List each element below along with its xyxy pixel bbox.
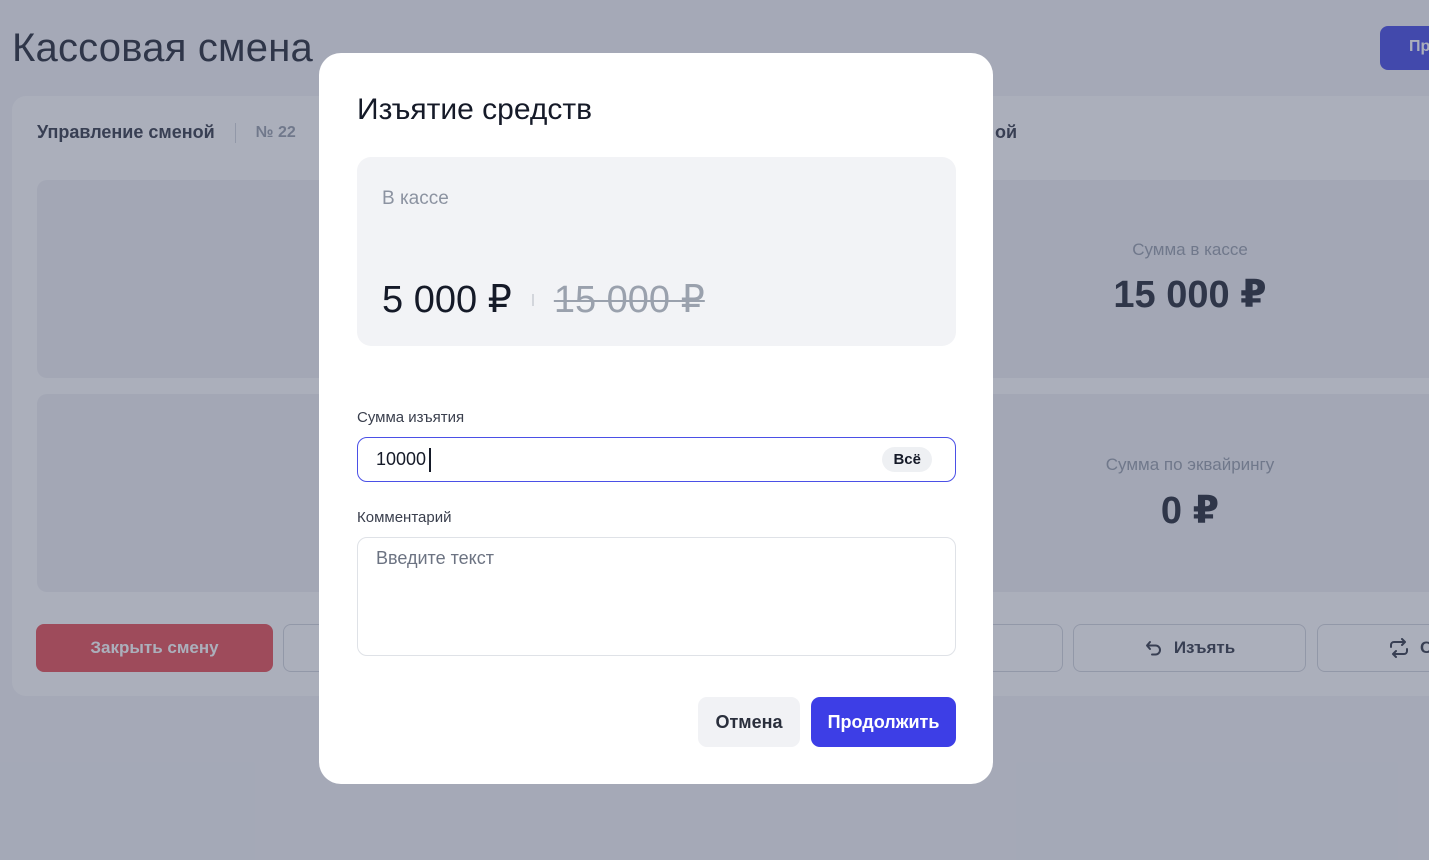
comment-input[interactable] bbox=[357, 537, 956, 656]
modal-title: Изъятие средств bbox=[357, 93, 593, 126]
amount-field-label: Сумма изъятия bbox=[357, 409, 465, 426]
cash-new-amount: 5 000 ₽ bbox=[382, 279, 512, 321]
continue-button[interactable]: Продолжить bbox=[811, 697, 956, 747]
all-amount-button[interactable]: Всё bbox=[882, 447, 932, 472]
cancel-button[interactable]: Отмена bbox=[698, 697, 800, 747]
cash-summary-label: В кассе bbox=[382, 188, 449, 209]
amount-input[interactable] bbox=[376, 438, 856, 480]
amount-field: Всё bbox=[357, 437, 956, 482]
cash-summary-amounts: 5 000 ₽ 15 000 ₽ bbox=[382, 277, 705, 322]
cash-old-amount: 15 000 ₽ bbox=[553, 279, 705, 321]
comment-field-label: Комментарий bbox=[357, 509, 452, 526]
withdraw-modal: Изъятие средств В кассе 5 000 ₽ 15 000 ₽… bbox=[319, 53, 993, 784]
cash-summary: В кассе 5 000 ₽ 15 000 ₽ bbox=[357, 157, 956, 346]
cash-amount-separator bbox=[531, 293, 534, 306]
text-caret bbox=[429, 448, 431, 472]
